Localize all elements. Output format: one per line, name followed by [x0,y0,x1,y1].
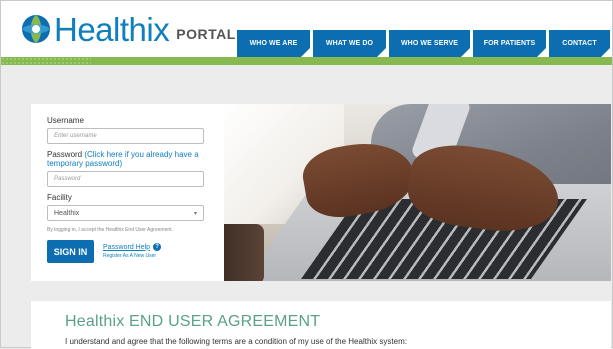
logo-portal-label: PORTAL [176,26,236,42]
nav-what-we-do[interactable]: WHAT WE DO [313,30,386,57]
main-nav: WHO WE ARE WHAT WE DO WHO WE SERVE FOR P… [237,30,613,57]
username-label: Username [47,116,84,125]
healthix-logo[interactable]: Healthix PORTAL [21,9,236,49]
nav-for-patients[interactable]: FOR PATIENTS [473,30,546,57]
register-link[interactable]: Register As A New User [103,253,161,259]
browser-viewport: Healthix PORTAL WHO WE ARE WHAT WE DO WH… [0,0,613,349]
help-links: Password Help ? Register As A New User [103,243,162,259]
password-help-label: Password Help [103,243,151,251]
login-actions: SIGN IN Password Help ? Register As A Ne… [47,240,224,263]
logo-text: Healthix [54,10,170,48]
healthix-globe-icon [22,15,50,43]
help-question-icon: ? [153,243,162,251]
facility-select[interactable]: Healthix ▾ [47,205,204,221]
sign-in-button[interactable]: SIGN IN [47,240,94,263]
nav-who-we-serve[interactable]: WHO WE SERVE [389,30,470,57]
password-help-link[interactable]: Password Help ? [103,243,162,251]
end-user-agreement-section: Healthix END USER AGREEMENT I understand… [31,301,611,349]
hero-photo-laptop-typing [224,104,611,281]
chevron-down-icon: ▾ [193,210,197,217]
header-accent-band [1,57,612,65]
nav-contact[interactable]: CONTACT [549,30,610,57]
site-header: Healthix PORTAL WHO WE ARE WHAT WE DO WH… [1,1,612,61]
decorative-dots [1,57,91,65]
login-form: Username Enter username Password (Click … [31,104,224,281]
password-input[interactable]: Password [47,171,204,187]
username-input[interactable]: Enter username [47,128,204,144]
password-label-row: Password (Click here if you already have… [47,150,224,168]
login-card: Username Enter username Password (Click … [31,104,611,281]
eua-disclaimer: By logging in, I accept the Healthix End… [47,227,173,233]
agreement-title: Healthix END USER AGREEMENT [65,313,321,330]
facility-label: Facility [47,193,72,202]
nav-who-we-are[interactable]: WHO WE ARE [237,30,310,57]
facility-value: Healthix [54,209,80,217]
photo-cup [224,224,264,281]
agreement-intro-text: I understand and agree that the followin… [65,337,407,346]
password-label: Password [47,150,83,159]
